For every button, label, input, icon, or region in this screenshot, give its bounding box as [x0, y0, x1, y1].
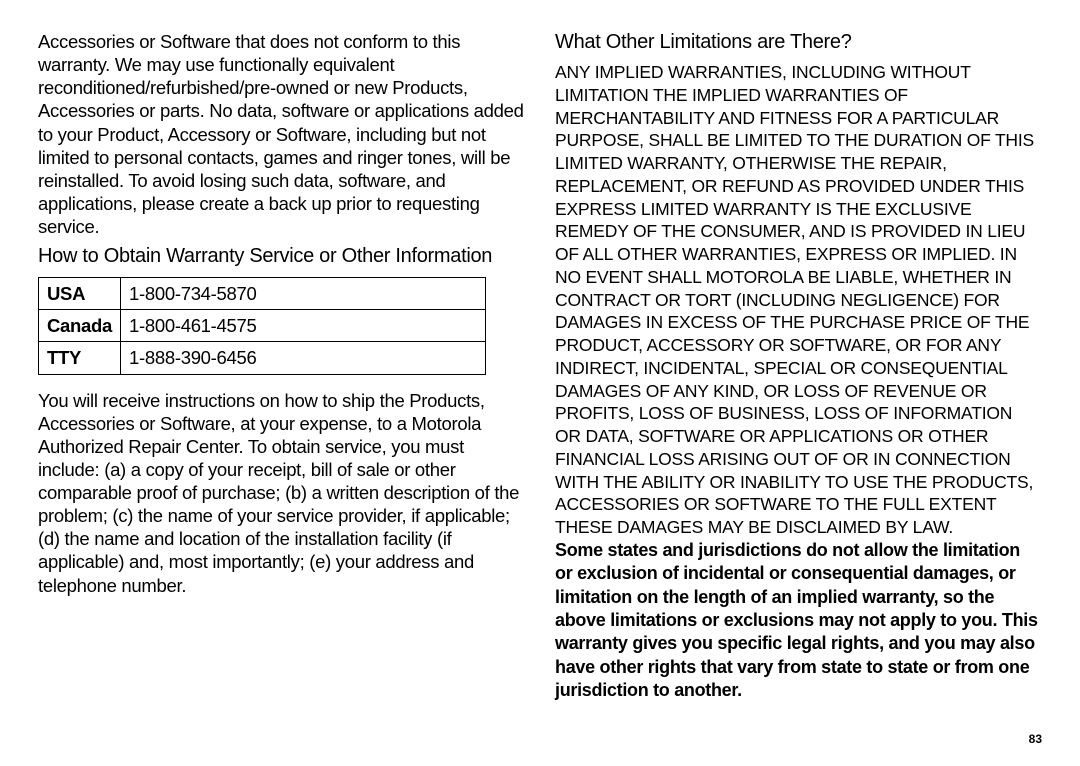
shipping-instructions-paragraph: You will receive instructions on how to …: [38, 389, 525, 597]
two-column-layout: Accessories or Software that does not co…: [38, 30, 1042, 746]
intro-paragraph: Accessories or Software that does not co…: [38, 30, 525, 238]
page-number: 83: [1029, 732, 1042, 746]
jurisdiction-notice-paragraph: Some states and jurisdictions do not all…: [555, 539, 1042, 703]
table-row: USA 1-800-734-5870: [39, 278, 486, 310]
phone-label-usa: USA: [39, 278, 121, 310]
right-column: What Other Limitations are There? ANY IM…: [555, 30, 1042, 746]
table-row: TTY 1-888-390-6456: [39, 342, 486, 374]
table-row: Canada 1-800-461-4575: [39, 310, 486, 342]
warranty-service-heading: How to Obtain Warranty Service or Other …: [38, 244, 525, 269]
limitations-heading: What Other Limitations are There?: [555, 30, 1042, 55]
left-column: Accessories or Software that does not co…: [38, 30, 525, 746]
phone-value-usa: 1-800-734-5870: [121, 278, 486, 310]
phone-value-tty: 1-888-390-6456: [121, 342, 486, 374]
implied-warranties-paragraph: ANY IMPLIED WARRANTIES, INCLUDING WITHOU…: [555, 61, 1042, 539]
phone-value-canada: 1-800-461-4575: [121, 310, 486, 342]
phone-label-tty: TTY: [39, 342, 121, 374]
phone-label-canada: Canada: [39, 310, 121, 342]
phone-number-table: USA 1-800-734-5870 Canada 1-800-461-4575…: [38, 277, 486, 374]
